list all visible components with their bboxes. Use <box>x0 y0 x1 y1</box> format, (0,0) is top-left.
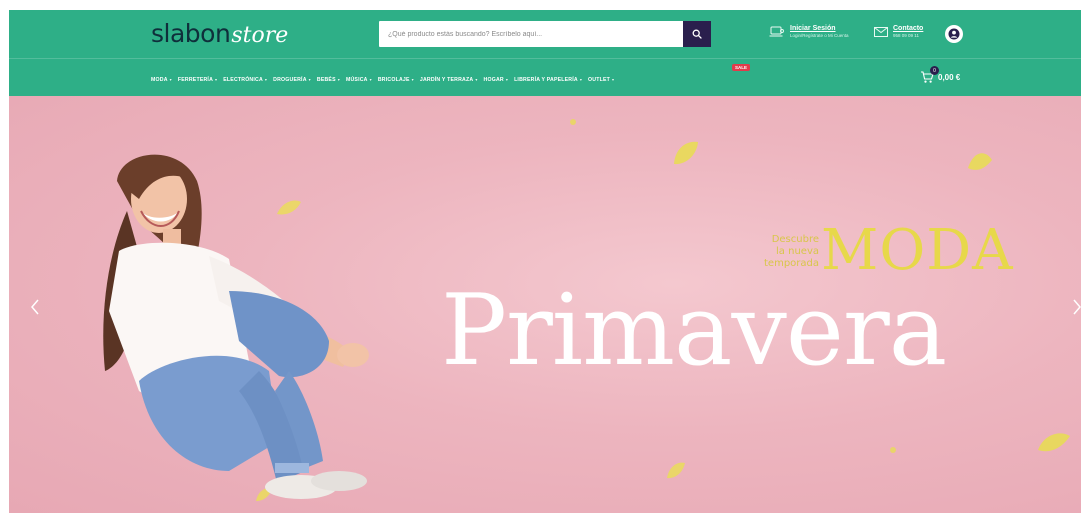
search-input[interactable] <box>379 21 683 47</box>
login-sublabel: Login/Regístrate o Mi Cuenta <box>790 33 849 38</box>
nav-item-label: OUTLET <box>588 77 610 83</box>
chevron-down-icon: ▾ <box>411 77 414 82</box>
login-label: Iniciar Sesión <box>790 25 836 32</box>
nav-item-label: DROGUERÍA <box>273 77 307 83</box>
main-nav: MODA ▾ FERRETERÍA ▾ ELECTRÓNICA ▾ DROGUERÍA… <box>151 73 620 87</box>
hero-line-1: Descubre <box>771 234 819 245</box>
nav-item-ferreteria[interactable]: FERRETERÍA ▾ <box>178 77 217 83</box>
site-header: slabon store Iniciar Sesión Login/Regíst… <box>9 10 1081 96</box>
nav-item-label: JARDÍN Y TERRAZA <box>419 77 474 83</box>
sale-badge: SALE <box>732 64 751 71</box>
nav-item-bricolaje[interactable]: BRICOLAJE ▾ <box>378 77 414 83</box>
user-avatar-icon <box>948 28 960 40</box>
nav-item-label: MÚSICA <box>345 77 368 83</box>
nav-item-drogueria[interactable]: DROGUERÍA ▾ <box>273 77 311 83</box>
chevron-left-icon <box>31 299 39 315</box>
cart-button[interactable]: 0 0,00 € <box>920 66 961 84</box>
login-link[interactable]: Iniciar Sesión Login/Regístrate o Mi Cue… <box>769 25 849 39</box>
contact-text: Contacto 958 09 09 11 <box>893 25 923 39</box>
chevron-down-icon: ▾ <box>169 77 172 82</box>
nav-item-jardin-terraza[interactable]: JARDÍN Y TERRAZA ▾ <box>420 77 478 83</box>
slider-next-button[interactable] <box>1069 296 1081 318</box>
search-bar <box>379 21 711 47</box>
envelope-icon <box>874 27 888 37</box>
nav-item-bebes[interactable]: BEBÉS ▾ <box>317 77 340 83</box>
chevron-down-icon: ▾ <box>475 77 478 82</box>
search-icon <box>692 29 702 39</box>
login-text: Iniciar Sesión Login/Regístrate o Mi Cue… <box>790 25 849 39</box>
account-button[interactable] <box>945 25 963 43</box>
nav-item-label: FERRETERÍA <box>177 77 214 83</box>
nav-item-label: BRICOLAJE <box>377 77 410 83</box>
chevron-down-icon: ▾ <box>369 77 372 82</box>
nav-item-libreria-papeleria[interactable]: LIBRERÍA Y PAPELERÍA ▾ <box>514 77 582 83</box>
hero-moda-title: MODA <box>821 218 1014 283</box>
leaf-decoration-icon <box>667 462 685 479</box>
leaf-decoration-icon <box>1038 433 1070 452</box>
chevron-down-icon: ▾ <box>505 77 509 82</box>
nav-item-hogar[interactable]: HOGAR ▾ <box>484 77 509 83</box>
nav-item-outlet[interactable]: OUTLET ▾ <box>588 77 614 83</box>
nav-item-electronica[interactable]: ELECTRÓNICA ▾ <box>223 77 267 83</box>
leaf-decoration-icon <box>968 153 992 170</box>
nav-item-label: BEBÉS <box>316 77 336 83</box>
contact-phone: 958 09 09 11 <box>893 33 919 38</box>
nav-item-moda[interactable]: MODA ▾ <box>151 77 172 83</box>
cart-count-badge: 0 <box>930 66 939 75</box>
hero-model-image <box>103 154 369 499</box>
nav-item-label: HOGAR <box>483 77 504 83</box>
chevron-down-icon: ▾ <box>308 77 311 82</box>
nav-item-label: ELECTRÓNICA <box>223 77 263 83</box>
nav-item-label: LIBRERÍA Y PAPELERÍA <box>514 77 578 83</box>
hero-main-title: Primavera <box>441 274 947 388</box>
leaf-decoration-icon <box>570 119 576 125</box>
chevron-down-icon: ▾ <box>612 77 615 82</box>
search-button[interactable] <box>683 21 711 47</box>
chevron-down-icon: ▾ <box>264 77 268 82</box>
chevron-down-icon: ▾ <box>579 77 583 82</box>
leaf-decoration-icon <box>674 141 698 165</box>
chevron-right-icon <box>1073 299 1081 315</box>
header-top-bar: slabon store Iniciar Sesión Login/Regíst… <box>9 10 1081 58</box>
contact-label: Contacto <box>893 25 924 32</box>
header-divider <box>9 58 1081 59</box>
cart-total: 0,00 € <box>938 72 961 82</box>
nav-item-musica[interactable]: MÚSICA ▾ <box>346 77 372 83</box>
chevron-down-icon: ▾ <box>215 77 218 82</box>
laptop-user-icon <box>769 26 784 37</box>
logo-script-text: store <box>231 23 289 48</box>
hero-line-3: temporada <box>764 258 819 269</box>
chevron-down-icon: ▾ <box>337 77 340 82</box>
store-logo[interactable]: slabon store <box>151 18 288 50</box>
nav-item-label: MODA <box>151 77 168 83</box>
hero-line-2: la nueva <box>776 246 819 257</box>
slider-prev-button[interactable] <box>27 296 43 318</box>
leaf-decoration-icon <box>890 447 896 453</box>
contact-link[interactable]: Contacto 958 09 09 11 <box>874 25 923 39</box>
hero-slider[interactable]: Descubre la nueva temporada MODA Primave… <box>9 96 1081 513</box>
logo-main-text: slabon <box>151 19 231 48</box>
